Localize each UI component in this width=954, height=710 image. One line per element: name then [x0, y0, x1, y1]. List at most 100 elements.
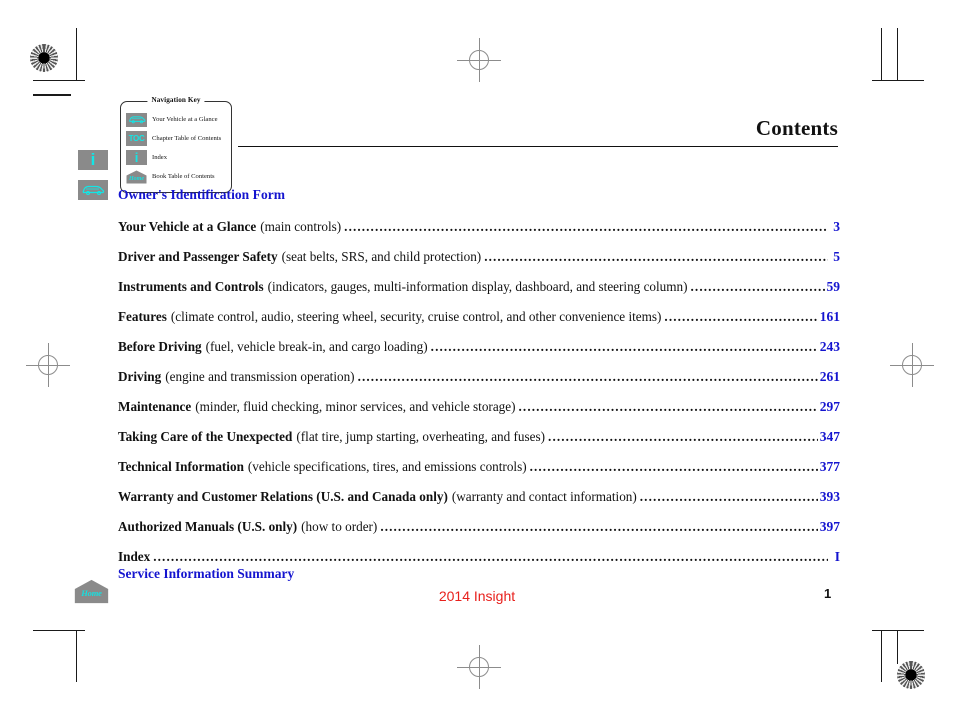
- car-icon: [126, 112, 147, 127]
- model-year-label: 2014 Insight: [438, 588, 516, 604]
- toc-entry-leader-dots: ........................................…: [639, 489, 818, 504]
- registration-crosshair-bottom: [457, 645, 501, 689]
- toc-entry-page-number[interactable]: 297: [820, 392, 840, 422]
- toc-entry-description: (vehicle specifications, tires, and emis…: [247, 459, 527, 474]
- toc-entry-leader-dots: ........................................…: [380, 519, 818, 534]
- crop-mark: [33, 630, 85, 631]
- toc-entry-title: Instruments and Controls: [118, 279, 264, 294]
- toc-entry-leader-dots: ........................................…: [430, 339, 818, 354]
- toc-entry-title: Technical Information: [118, 459, 244, 474]
- toc-entry-page-number[interactable]: 3: [830, 212, 840, 242]
- service-information-summary-link[interactable]: Service Information Summary: [118, 566, 294, 582]
- toc-entry[interactable]: Taking Care of the Unexpected (flat tire,…: [118, 422, 840, 452]
- toc-entry[interactable]: Before Driving (fuel, vehicle break-in, a…: [118, 332, 840, 362]
- registration-target-bottom-right: [897, 661, 925, 689]
- navigation-key-item-book-toc[interactable]: Home Book Table of Contents: [126, 168, 227, 185]
- index-i-icon: i: [90, 150, 96, 169]
- toc-entry[interactable]: Driving (engine and transmission operatio…: [118, 362, 840, 392]
- header-divider: [238, 146, 838, 147]
- page-header: Contents: [238, 118, 838, 147]
- toc-entry-title: Features: [118, 309, 167, 324]
- crop-mark: [897, 630, 898, 664]
- toc-entry-leader-dots: ........................................…: [484, 249, 828, 264]
- toc-entry-page-number[interactable]: 347: [820, 422, 840, 452]
- navigation-key-item-index[interactable]: i Index: [126, 149, 227, 166]
- toc-entry-page-number[interactable]: 397: [820, 512, 840, 542]
- navigation-key-item-label: Book Table of Contents: [152, 173, 215, 180]
- toc-entry-title: Maintenance: [118, 399, 192, 414]
- page-number: 1: [824, 586, 832, 601]
- toc-entry[interactable]: Your Vehicle at a Glance (main controls).…: [118, 212, 840, 242]
- toc-entry-page-number[interactable]: 377: [820, 452, 840, 482]
- home-book-icon-text: Home: [129, 175, 144, 182]
- toc-entry[interactable]: Technical Information (vehicle specificat…: [118, 452, 840, 482]
- toc-entry[interactable]: Authorized Manuals (U.S. only) (how to or…: [118, 512, 840, 542]
- toc-entry[interactable]: Maintenance (minder, fluid checking, mino…: [118, 392, 840, 422]
- toc-entry-description: (minder, fluid checking, minor services,…: [195, 399, 516, 414]
- crop-mark: [872, 80, 924, 81]
- navigation-key-item-label: Index: [152, 154, 168, 161]
- toc-entry-description: (climate control, audio, steering wheel,…: [170, 309, 662, 324]
- toc-entry-leader-dots: ........................................…: [690, 279, 825, 294]
- toc-entry-description: (seat belts, SRS, and child protection): [281, 249, 482, 264]
- crop-mark: [881, 630, 882, 682]
- side-rail-index-button[interactable]: i: [78, 150, 108, 170]
- index-i-icon: i: [126, 150, 147, 165]
- navigation-key-item-vehicle-glance[interactable]: Your Vehicle at a Glance: [126, 111, 227, 128]
- toc-entry-title: Authorized Manuals (U.S. only): [118, 519, 298, 534]
- navigation-key-title: Navigation Key: [147, 96, 205, 104]
- toc-entry-page-number[interactable]: 243: [820, 332, 840, 362]
- crop-mark: [872, 630, 924, 631]
- toc-entry-description: (how to order): [301, 519, 378, 534]
- toc-entry-page-number[interactable]: I: [830, 542, 840, 572]
- toc-entry-leader-dots: ........................................…: [664, 309, 817, 324]
- navigation-key-item-chapter-toc[interactable]: TOC Chapter Table of Contents: [126, 130, 227, 147]
- toc-entry[interactable]: Warranty and Customer Relations (U.S. an…: [118, 482, 840, 512]
- table-of-contents: Owner's Identification Form Your Vehicle…: [118, 185, 840, 572]
- toc-entry-list: Your Vehicle at a Glance (main controls).…: [118, 212, 840, 572]
- toc-entry[interactable]: Driver and Passenger Safety (seat belts, …: [118, 242, 840, 272]
- registration-crosshair-right: [890, 343, 934, 387]
- toc-entry-page-number[interactable]: 393: [820, 482, 840, 512]
- toc-entry-title: Driving: [118, 369, 162, 384]
- owner-identification-form-link[interactable]: Owner's Identification Form: [118, 185, 840, 205]
- toc-entry-leader-dots: ........................................…: [344, 219, 828, 234]
- crop-mark: [881, 28, 882, 80]
- home-book-icon: Home: [126, 170, 147, 184]
- crop-mark: [76, 28, 77, 80]
- registration-crosshair-left: [26, 343, 70, 387]
- toc-entry-title: Taking Care of the Unexpected: [118, 429, 293, 444]
- side-rail-vehicle-glance-button[interactable]: [78, 180, 108, 200]
- toc-entry-title: Driver and Passenger Safety: [118, 249, 278, 264]
- index-i-icon-text: i: [134, 150, 139, 165]
- toc-entry-leader-dots: ........................................…: [548, 429, 818, 444]
- crop-mark: [897, 28, 898, 80]
- toc-entry[interactable]: Instruments and Controls (indicators, gau…: [118, 272, 840, 302]
- toc-entry-description: (indicators, gauges, multi-information d…: [267, 279, 688, 294]
- toc-entry-title: Your Vehicle at a Glance: [118, 219, 257, 234]
- crop-mark: [33, 80, 85, 81]
- toc-entry-leader-dots: ........................................…: [529, 459, 818, 474]
- toc-entry-description: (fuel, vehicle break-in, and cargo loadi…: [205, 339, 428, 354]
- navigation-key-item-label: Your Vehicle at a Glance: [152, 116, 218, 123]
- toc-entry-title: Warranty and Customer Relations (U.S. an…: [118, 489, 448, 504]
- toc-entry[interactable]: Features (climate control, audio, steerin…: [118, 302, 840, 332]
- toc-entry-description: (flat tire, jump starting, overheating, …: [296, 429, 546, 444]
- toc-entry-leader-dots: ........................................…: [357, 369, 818, 384]
- toc-entry-page-number[interactable]: 161: [820, 302, 840, 332]
- toc-entry-page-number[interactable]: 59: [827, 272, 841, 302]
- toc-entry-description: (main controls): [260, 219, 342, 234]
- toc-entry-title: Before Driving: [118, 339, 202, 354]
- toc-icon-text: TOC: [128, 134, 145, 143]
- crop-mark: [33, 94, 71, 96]
- navigation-key-item-label: Chapter Table of Contents: [152, 135, 222, 142]
- registration-target-top-left: [30, 44, 58, 72]
- navigation-key-box: Navigation Key Your Vehicle at a Glance …: [120, 96, 232, 193]
- toc-entry-description: (warranty and contact information): [451, 489, 637, 504]
- page-title: Contents: [755, 116, 838, 140]
- toc-entry-page-number[interactable]: 5: [830, 242, 840, 272]
- toc-entry-page-number[interactable]: 261: [820, 362, 840, 392]
- toc-entry-description: (engine and transmission operation): [165, 369, 355, 384]
- crop-mark: [76, 630, 77, 682]
- car-icon: [82, 185, 105, 195]
